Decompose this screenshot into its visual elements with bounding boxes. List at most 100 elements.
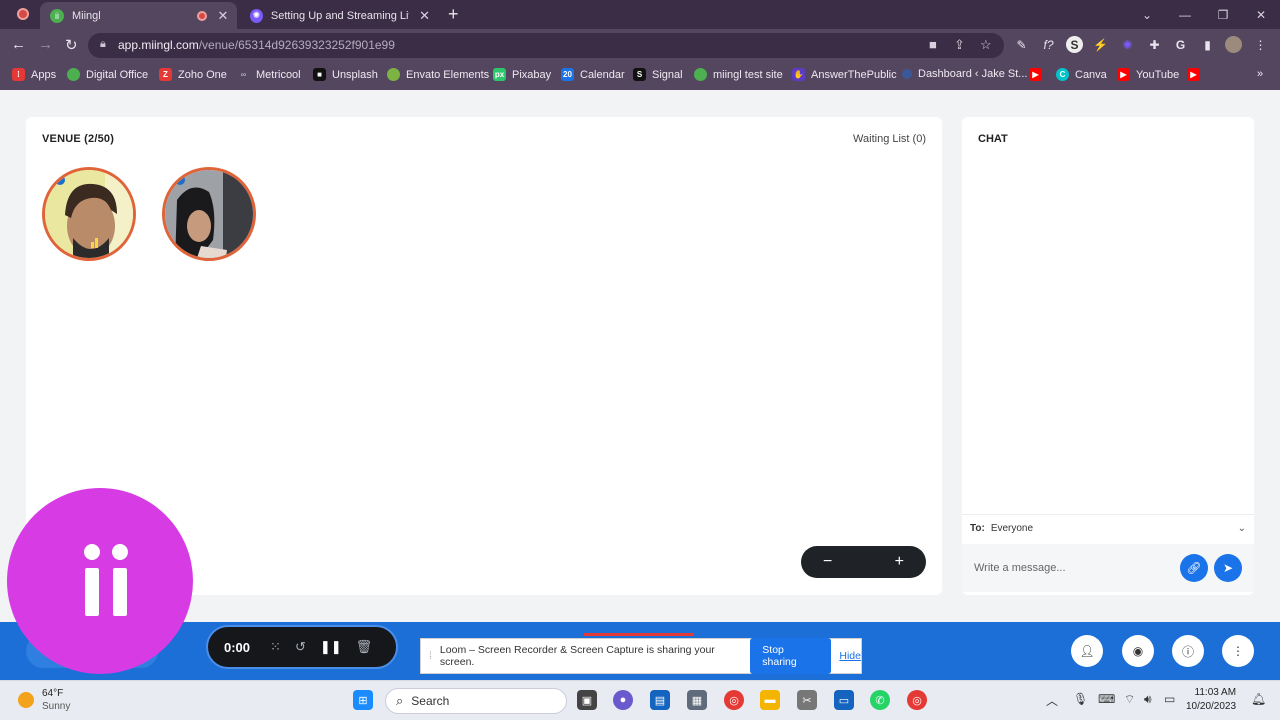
- drag-handle-icon[interactable]: ⁞: [429, 650, 432, 662]
- chrome-icon[interactable]: ◎: [724, 690, 744, 710]
- new-tab-button[interactable]: +: [448, 4, 459, 25]
- close-tab-icon[interactable]: ✕: [215, 8, 231, 24]
- message-input[interactable]: [974, 562, 1164, 574]
- sidepanel-icon[interactable]: ▮: [1199, 36, 1216, 53]
- envato-leaf-icon: [387, 68, 400, 81]
- info-icon[interactable]: ⓘ: [1172, 635, 1204, 667]
- tab-search-icon[interactable]: ⌄: [1128, 0, 1166, 29]
- snipping-tool-icon[interactable]: ✂: [797, 690, 817, 710]
- drawing-grid-icon[interactable]: ⁙: [270, 639, 281, 655]
- forward-icon[interactable]: →: [38, 36, 53, 53]
- volume-icon[interactable]: 🔊︎: [1144, 692, 1152, 707]
- attach-file-button[interactable]: 🔗︎: [1180, 554, 1208, 582]
- chrome-profile-icon[interactable]: ◎: [907, 690, 927, 710]
- share-icon[interactable]: ⇪: [954, 37, 965, 53]
- calculator-icon[interactable]: ▦: [687, 690, 707, 710]
- bookmark-label: Signal: [652, 68, 683, 81]
- tab-recording-icon: [197, 10, 207, 21]
- bookmark-unsplash[interactable]: ■ Unsplash: [313, 68, 378, 81]
- logo-dot-left: [84, 544, 100, 560]
- store-icon[interactable]: ▤: [650, 690, 670, 710]
- formula-extension-icon[interactable]: f?: [1040, 36, 1057, 53]
- windows-start-icon[interactable]: ⊞: [353, 690, 373, 710]
- bookmark-dashboard[interactable]: Dashboard ‹ Jake St...: [902, 68, 1027, 80]
- bookmark-envato[interactable]: Envato Elements: [387, 68, 489, 81]
- bookmark-youtube-1[interactable]: ▶: [1029, 68, 1048, 81]
- minimize-icon[interactable]: —: [1166, 0, 1204, 29]
- bookmark-apps[interactable]: ⁞ Apps: [12, 68, 56, 81]
- bookmark-signal[interactable]: S Signal: [633, 68, 683, 81]
- task-view-icon[interactable]: ▣: [577, 690, 597, 710]
- bookmark-label: Calendar: [580, 68, 625, 81]
- restart-icon[interactable]: ↺: [295, 639, 306, 655]
- bookmark-label: Metricool: [256, 68, 301, 81]
- teams-chat-icon[interactable]: ●: [613, 690, 633, 710]
- tab-miingl[interactable]: ii Miingl ✕: [40, 2, 237, 29]
- bookmark-digital-office[interactable]: Digital Office: [67, 68, 148, 81]
- close-tab-icon[interactable]: ✕: [417, 8, 432, 24]
- recipient-select[interactable]: To: Everyone ⌄: [962, 514, 1254, 542]
- pause-icon[interactable]: ❚❚: [320, 639, 342, 655]
- bookmark-metricool[interactable]: ∞ Metricool: [237, 68, 301, 81]
- system-clock[interactable]: 11:03 AM 10/20/2023: [1186, 686, 1236, 714]
- bookmark-answerthepublic[interactable]: ✋ AnswerThePublic: [792, 68, 897, 81]
- star-extension-icon[interactable]: ✺: [1119, 36, 1136, 53]
- screen-app-icon[interactable]: ▭: [834, 690, 854, 710]
- s-extension-icon[interactable]: S: [1066, 36, 1083, 53]
- grammarly-icon[interactable]: G: [1172, 36, 1189, 53]
- eyedropper-extension-icon[interactable]: ✎: [1013, 36, 1030, 53]
- camera-icon[interactable]: ■: [929, 37, 937, 52]
- bookmark-youtube[interactable]: ▶ YouTube: [1117, 68, 1179, 81]
- bookmark-canva[interactable]: C Canva: [1056, 68, 1107, 81]
- taskbar-search[interactable]: ⌕ Search: [385, 688, 567, 714]
- weather-widget[interactable]: 64°F Sunny: [18, 687, 70, 713]
- wifi-icon[interactable]: ⌔: [1124, 692, 1135, 707]
- signal-icon: S: [633, 68, 646, 81]
- address-bar-row: ← → ↻ 🔒︎ app.miingl.com/venue/65314d9263…: [0, 29, 1280, 62]
- waiting-list-link[interactable]: Waiting List (0): [853, 133, 926, 145]
- recording-timer: 0:00: [224, 639, 251, 655]
- url-omnibox[interactable]: 🔒︎ app.miingl.com/venue/65314d9263932325…: [88, 33, 1004, 58]
- user-settings-icon[interactable]: 👤︎: [1071, 635, 1103, 667]
- bookmark-label: Envato Elements: [406, 68, 490, 81]
- profile-avatar-icon[interactable]: [1225, 36, 1242, 53]
- keyboard-icon[interactable]: ⌨: [1098, 692, 1115, 706]
- hide-link[interactable]: Hide: [839, 650, 861, 662]
- file-explorer-icon[interactable]: ▬: [760, 690, 780, 710]
- bolt-extension-icon[interactable]: ⚡: [1092, 36, 1109, 53]
- zoom-control: − +: [801, 546, 926, 578]
- trash-icon[interactable]: 🗑︎: [356, 639, 373, 655]
- back-icon[interactable]: ←: [11, 36, 26, 53]
- bookmark-zoho-one[interactable]: Z Zoho One: [159, 68, 227, 81]
- more-menu-icon[interactable]: ⋮: [1252, 36, 1269, 53]
- bookmark-label: miingl test site: [713, 68, 783, 81]
- bookmark-miingl-test[interactable]: miingl test site: [694, 68, 783, 81]
- puzzle-extensions-icon[interactable]: ✚: [1146, 36, 1163, 53]
- zoom-in-button[interactable]: +: [895, 553, 904, 571]
- microphone-icon[interactable]: 🎙︎: [1073, 692, 1088, 706]
- miingl-logo: [7, 488, 193, 674]
- notification-bell-icon[interactable]: 🔔︎: [1251, 692, 1266, 706]
- stop-sharing-button[interactable]: Stop sharing: [750, 638, 832, 674]
- bookmark-star-icon[interactable]: ☆: [980, 37, 992, 53]
- battery-icon[interactable]: ▭: [1164, 692, 1175, 706]
- bookmark-pixabay[interactable]: px Pixabay: [493, 68, 551, 81]
- send-message-button[interactable]: ➤: [1214, 554, 1242, 582]
- more-bookmarks-icon[interactable]: »: [1257, 68, 1263, 80]
- bookmark-youtube-3[interactable]: ▶: [1187, 68, 1206, 81]
- weather-condition: Sunny: [42, 701, 71, 712]
- participant-avatar[interactable]: [42, 167, 136, 261]
- reload-icon[interactable]: ↻: [65, 36, 78, 54]
- close-window-icon[interactable]: ✕: [1242, 0, 1280, 29]
- record-icon[interactable]: ◉: [1122, 635, 1154, 667]
- restore-icon[interactable]: ❐: [1204, 0, 1242, 29]
- participant-avatar[interactable]: [162, 167, 256, 261]
- bookmark-calendar[interactable]: 20 Calendar: [561, 68, 625, 81]
- whatsapp-icon[interactable]: ✆: [870, 690, 890, 710]
- more-options-icon[interactable]: ⋮: [1222, 635, 1254, 667]
- tray-chevron-icon[interactable]: ︿: [1046, 692, 1058, 709]
- tab-setting-up-streaming[interactable]: ✺ Setting Up and Streaming Live o ✕: [240, 2, 438, 29]
- zoom-out-button[interactable]: −: [823, 553, 832, 571]
- zoho-icon: Z: [159, 68, 172, 81]
- apps-grid-icon: ⁞: [12, 68, 25, 81]
